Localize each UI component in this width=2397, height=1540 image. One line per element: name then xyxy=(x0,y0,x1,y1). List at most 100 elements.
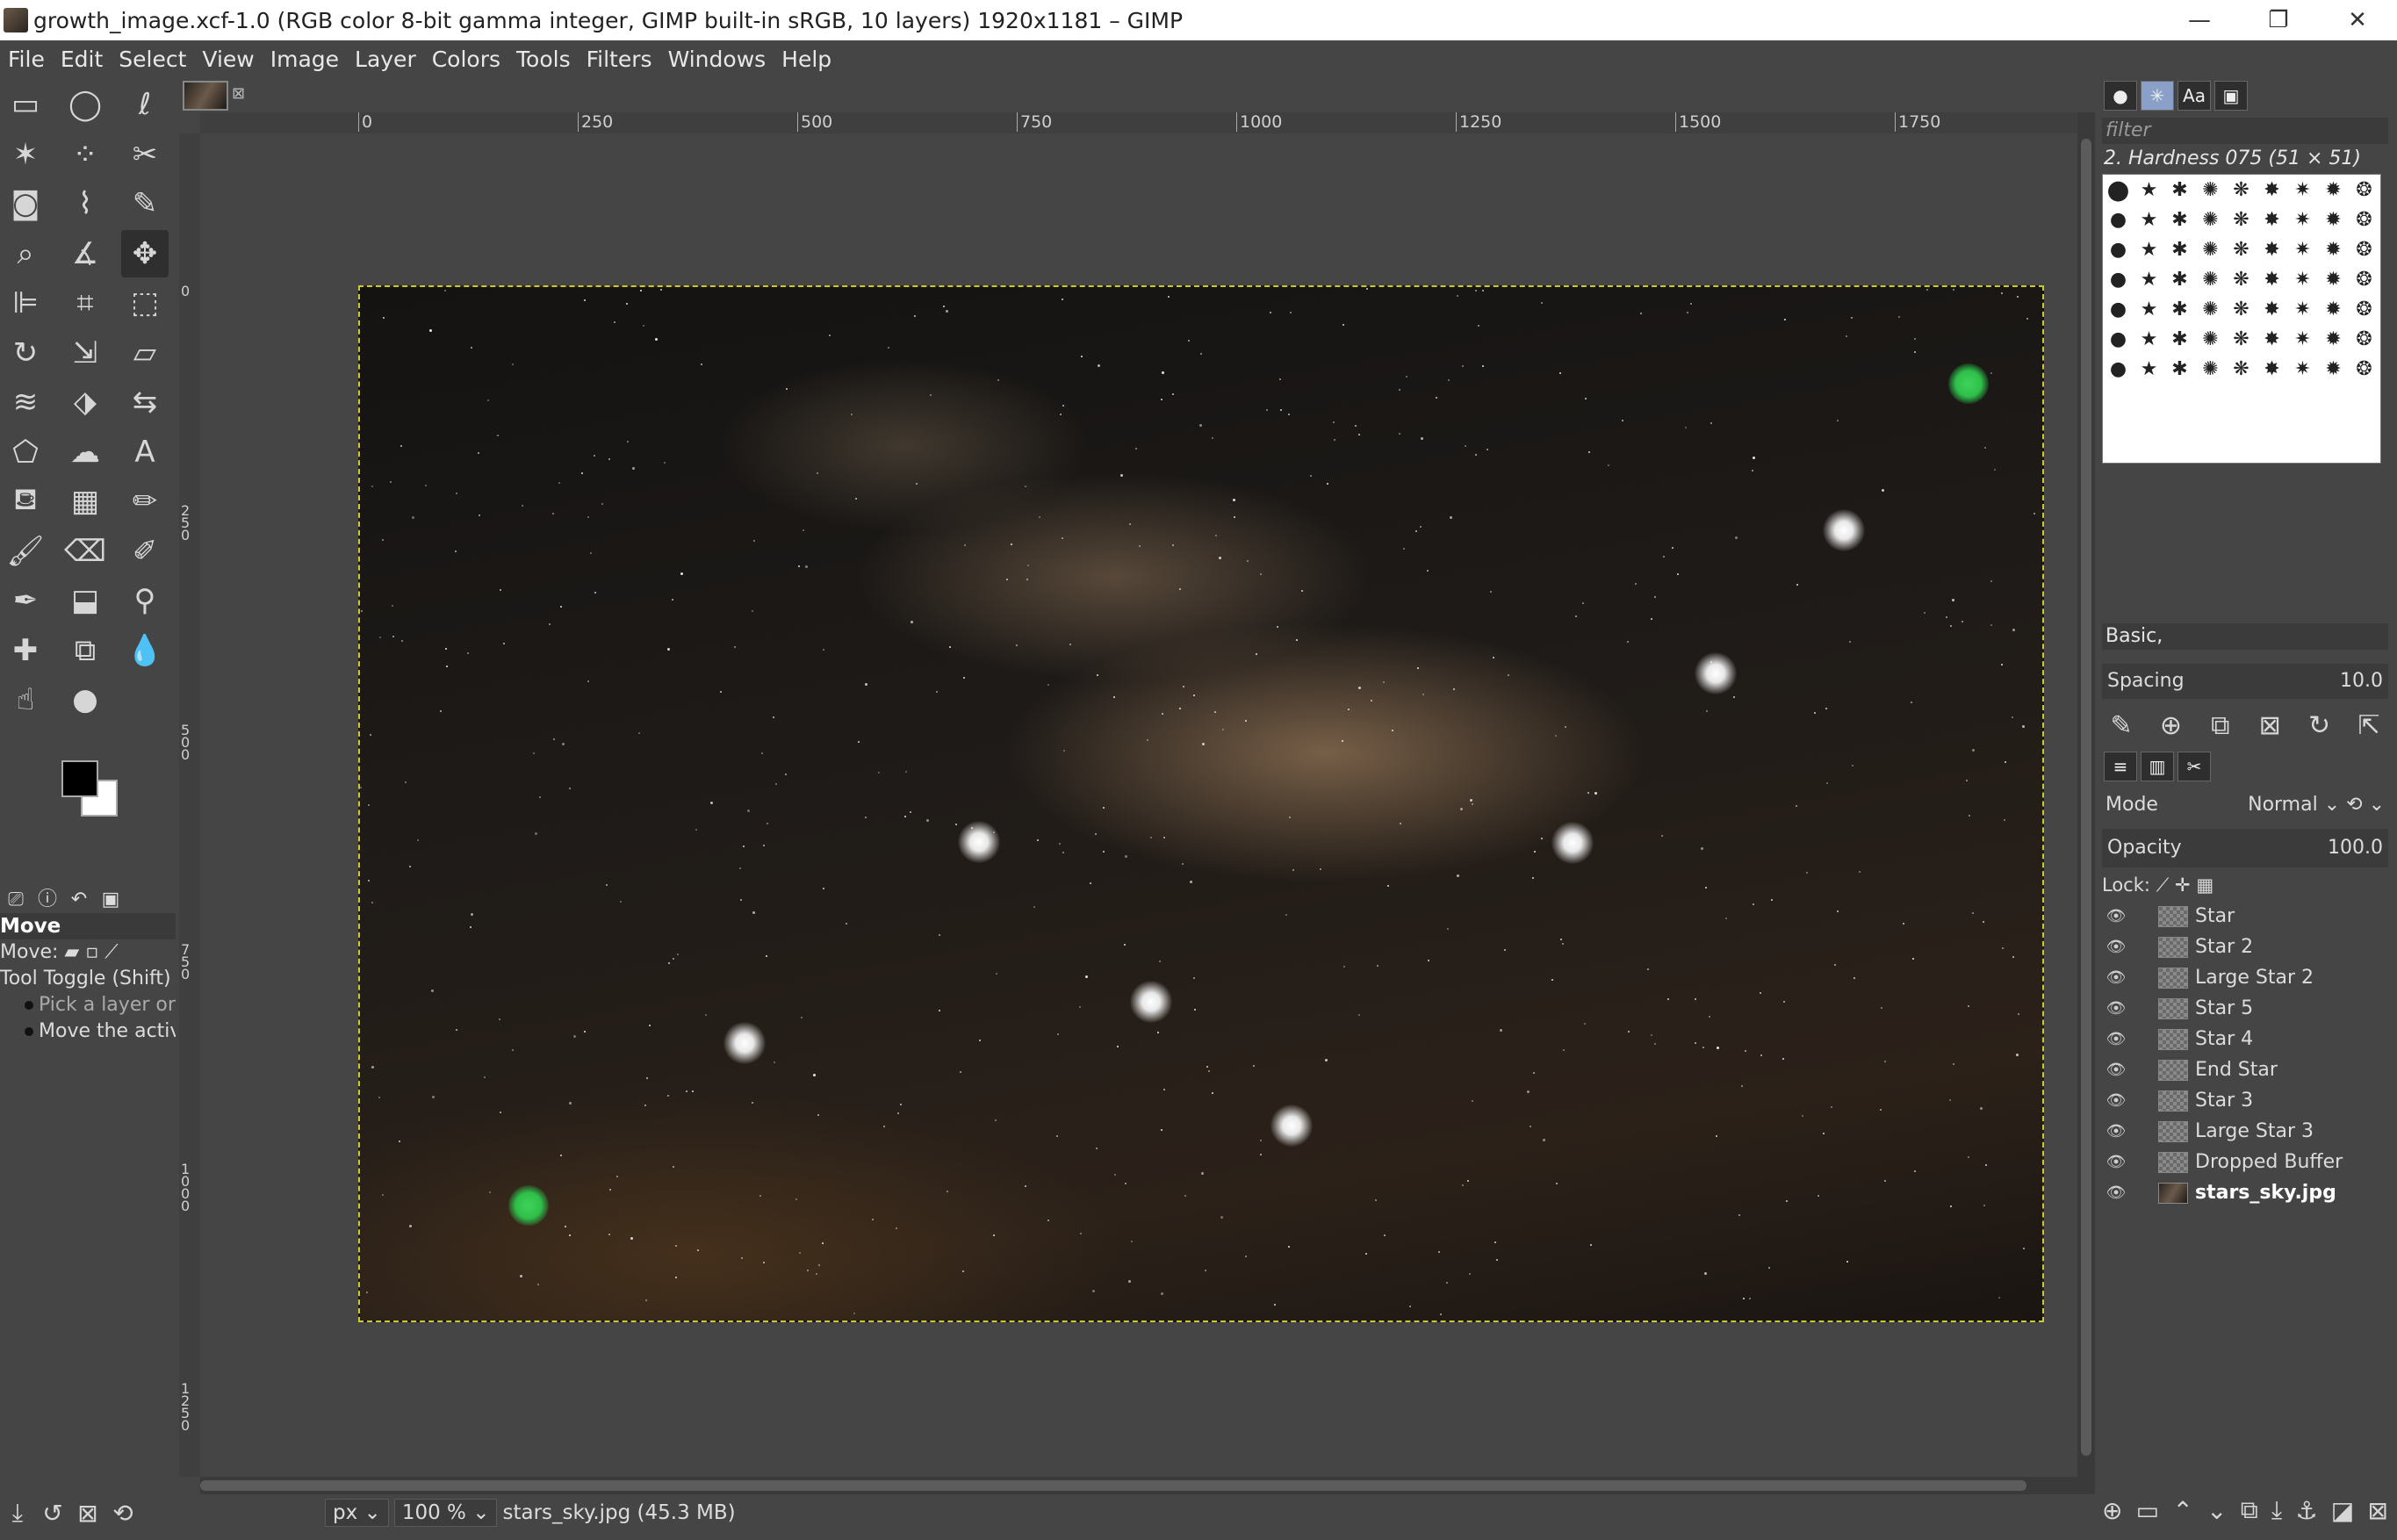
brush-thumbnail[interactable]: ✸ xyxy=(2257,234,2287,264)
brush-thumbnail[interactable]: ★ xyxy=(2134,354,2164,384)
cage-transform-tool-icon[interactable]: ⬠ xyxy=(2,428,49,476)
tool-options-tab-icon[interactable]: ⓘ xyxy=(32,883,63,911)
horizontal-ruler[interactable]: 0 250 500 750 1000 1250 1500 1750 xyxy=(200,112,2077,134)
pick-layer-option[interactable]: Pick a layer or g xyxy=(0,992,176,1018)
brush-thumbnail[interactable]: ✷ xyxy=(2287,234,2318,264)
foreground-select-tool-icon[interactable]: ◙ xyxy=(2,180,49,227)
document-history-tab-icon[interactable]: ▣ xyxy=(2214,81,2248,111)
rotate-tool-icon[interactable]: ↻ xyxy=(2,329,49,377)
smudge-handle-tool-icon[interactable]: ☁ xyxy=(61,428,109,476)
brush-thumbnail[interactable]: ❂ xyxy=(2349,294,2379,324)
layer-row[interactable]: 👁 Large Star 3 xyxy=(2102,1116,2388,1147)
delete-brush-icon[interactable]: ⊠ xyxy=(2250,710,2289,741)
brush-thumbnail[interactable]: ❂ xyxy=(2349,205,2379,234)
visibility-eye-icon[interactable]: 👁 xyxy=(2102,1091,2130,1110)
menu-windows[interactable]: Windows xyxy=(660,47,774,72)
brush-thumbnail[interactable]: ✱ xyxy=(2164,234,2195,264)
layer-row[interactable]: 👁 stars_sky.jpg xyxy=(2102,1177,2388,1208)
brush-thumbnail[interactable]: ● xyxy=(2103,234,2134,264)
brush-tag-select[interactable]: Basic, xyxy=(2102,623,2388,650)
brush-thumbnail[interactable]: ✸ xyxy=(2257,264,2287,294)
device-status-icon[interactable]: ⎚ xyxy=(0,889,32,910)
move-layer-icon[interactable]: ▰ ▫ ⟋ xyxy=(64,941,118,963)
ellipse-select-tool-icon[interactable]: ◯ xyxy=(61,81,109,128)
brush-thumbnail[interactable]: ❋ xyxy=(2226,354,2257,384)
menu-help[interactable]: Help xyxy=(774,47,839,72)
move-active-option[interactable]: Move the active xyxy=(0,1018,176,1045)
reset-icon[interactable]: ↺ xyxy=(35,1499,70,1528)
free-select-tool-icon[interactable]: ℓ xyxy=(121,81,169,128)
layer-row[interactable]: 👁 Star 5 xyxy=(2102,993,2388,1024)
brush-thumbnail[interactable]: ✹ xyxy=(2318,175,2349,205)
vertical-scrollbar[interactable] xyxy=(2077,112,2095,1494)
menu-tools[interactable]: Tools xyxy=(508,47,579,72)
brush-thumbnail[interactable]: ✸ xyxy=(2257,175,2287,205)
fonts-tab-icon[interactable]: Aa xyxy=(2177,81,2211,111)
visibility-eye-icon[interactable]: 👁 xyxy=(2102,938,2130,956)
brush-thumbnail[interactable]: ❋ xyxy=(2226,234,2257,264)
clone-tool-icon[interactable]: ⚲ xyxy=(121,577,169,624)
visibility-eye-icon[interactable]: 👁 xyxy=(2102,968,2130,987)
horizontal-scrollbar[interactable] xyxy=(200,1477,2077,1494)
brush-thumbnail[interactable]: ✹ xyxy=(2318,324,2349,354)
dodge-tool-icon[interactable]: ● xyxy=(61,676,109,723)
brush-thumbnail[interactable]: ● xyxy=(2103,354,2134,384)
delete-layer-icon[interactable]: ⊠ xyxy=(2367,1496,2387,1525)
undo-history-icon[interactable]: ↶ xyxy=(63,889,95,910)
minimize-button[interactable]: — xyxy=(2160,0,2239,40)
duplicate-brush-icon[interactable]: ⧉ xyxy=(2201,710,2240,741)
visibility-eye-icon[interactable]: 👁 xyxy=(2102,1061,2130,1079)
menu-view[interactable]: View xyxy=(194,47,262,72)
brush-thumbnail[interactable]: ✱ xyxy=(2164,264,2195,294)
brush-thumbnail[interactable]: ✷ xyxy=(2287,294,2318,324)
shear-tool-icon[interactable]: ▱ xyxy=(121,329,169,377)
brush-thumbnail[interactable]: ✸ xyxy=(2257,294,2287,324)
perspective-clone-tool-icon[interactable]: ⧉ xyxy=(61,627,109,674)
zoom-tool-icon[interactable]: ⌕ xyxy=(2,230,49,277)
ink-tool-icon[interactable]: ✒ xyxy=(2,577,49,624)
lower-layer-icon[interactable]: ⌄ xyxy=(2206,1496,2227,1525)
lock-position-icon[interactable]: ✛ xyxy=(2175,874,2191,896)
image-canvas[interactable] xyxy=(358,285,2044,1322)
open-brush-icon[interactable]: ⇱ xyxy=(2350,710,2388,741)
unit-select[interactable]: px ⌄ xyxy=(325,1499,389,1527)
image-tab-thumbnail[interactable] xyxy=(183,81,228,111)
brush-thumbnail[interactable]: ✺ xyxy=(2195,175,2226,205)
brush-thumbnail[interactable]: ✱ xyxy=(2164,205,2195,234)
perspective-tool-icon[interactable]: ⬗ xyxy=(61,378,109,426)
visibility-eye-icon[interactable]: 👁 xyxy=(2102,1153,2130,1171)
brush-thumbnail[interactable]: ● xyxy=(2103,294,2134,324)
visibility-eye-icon[interactable]: 👁 xyxy=(2102,1122,2130,1141)
eraser-tool-icon[interactable]: ⌫ xyxy=(61,528,109,575)
new-brush-icon[interactable]: ⊕ xyxy=(2151,710,2190,741)
foreground-color-swatch[interactable] xyxy=(61,760,98,797)
layer-row[interactable]: 👁 Star 3 xyxy=(2102,1085,2388,1116)
brush-thumbnail[interactable]: ❋ xyxy=(2226,264,2257,294)
brush-thumbnail[interactable]: ✱ xyxy=(2164,175,2195,205)
mypaint-brush-tool-icon[interactable]: ⬓ xyxy=(61,577,109,624)
brush-thumbnail[interactable]: ★ xyxy=(2134,234,2164,264)
brush-thumbnail[interactable]: ● xyxy=(2103,264,2134,294)
maximize-button[interactable]: ❐ xyxy=(2239,0,2318,40)
menu-filters[interactable]: Filters xyxy=(579,47,660,72)
brush-thumbnail[interactable]: ★ xyxy=(2134,324,2164,354)
spacing-slider[interactable]: Spacing 10.0 xyxy=(2102,664,2388,699)
brush-thumbnail[interactable]: ✷ xyxy=(2287,324,2318,354)
menu-colors[interactable]: Colors xyxy=(424,47,508,72)
menu-select[interactable]: Select xyxy=(111,47,194,72)
brush-thumbnail[interactable]: ❋ xyxy=(2226,205,2257,234)
menu-edit[interactable]: Edit xyxy=(53,47,111,72)
brush-thumbnail[interactable]: ✱ xyxy=(2164,354,2195,384)
brush-grid[interactable]: ● ★ ✱ ✺ ❋ ✸ ✷ ✹ ❂ ● ★ ✱ ✺ ❋ ✸ ✷ ✹ ❂ ● ★ ✱ ✺ ❋ ✸ ✷ ✹ ❂ ● ★ ✱ ✺ ❋ ✸ ✷ ✹ ❂ ● ★ ✱ ✺… xyxy=(2102,174,2381,464)
smudge-tool-icon[interactable]: ☝ xyxy=(2,676,49,723)
brush-thumbnail[interactable]: ✹ xyxy=(2318,234,2349,264)
opacity-slider[interactable]: Opacity 100.0 xyxy=(2102,829,2388,867)
anchor-layer-icon[interactable]: ⚓ xyxy=(2295,1496,2317,1525)
vertical-ruler[interactable]: 0 250 500 750 1000 1250 xyxy=(179,133,201,1477)
brush-thumbnail[interactable]: ★ xyxy=(2134,294,2164,324)
brush-thumbnail[interactable]: ✷ xyxy=(2287,205,2318,234)
scale-tool-icon[interactable]: ⇲ xyxy=(61,329,109,377)
menu-image[interactable]: Image xyxy=(263,47,347,72)
brush-thumbnail[interactable]: ❋ xyxy=(2226,294,2257,324)
merge-down-icon[interactable]: ⤓ xyxy=(2271,1495,2282,1525)
